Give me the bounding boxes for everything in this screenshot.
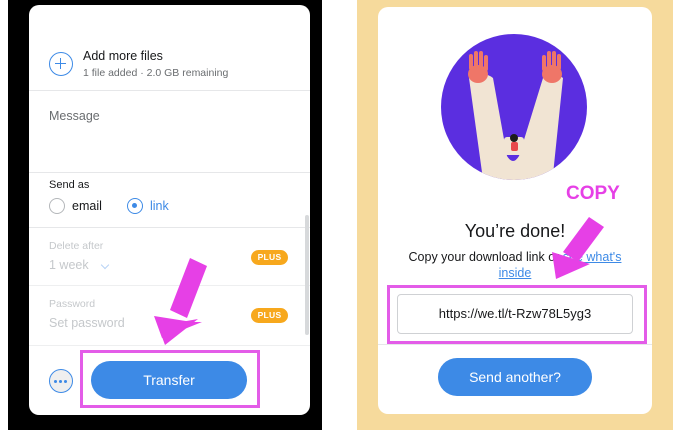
transfer-highlight-box — [80, 350, 260, 408]
see-whats-inside-link-2[interactable]: inside — [499, 266, 532, 280]
divider — [29, 345, 310, 346]
delete-after-select[interactable]: 1 week — [49, 258, 89, 272]
ellipsis-circle-icon[interactable] — [49, 369, 73, 393]
chevron-down-icon[interactable] — [100, 260, 110, 270]
copy-annotation: COPY — [566, 183, 620, 204]
celebration-illustration-icon — [441, 34, 587, 180]
dot — [64, 379, 67, 383]
transfer-complete-card: You’re done! Copy your download link or … — [378, 7, 652, 414]
copy-instructions-text: Copy your download link or — [408, 250, 563, 264]
files-summary: 1 file added · 2.0 GB remaining — [83, 67, 229, 79]
delete-after-label: Delete after — [49, 240, 104, 252]
password-field[interactable]: Set password — [49, 316, 125, 330]
add-more-files-row[interactable]: Add more files 1 file added · 2.0 GB rem… — [29, 5, 310, 91]
copy-instructions: Copy your download link or see what's in… — [378, 249, 652, 281]
divider — [378, 344, 652, 345]
plus-circle-icon[interactable] — [49, 52, 73, 76]
scrollbar[interactable] — [305, 215, 309, 335]
link-radio-label[interactable]: link — [150, 199, 169, 213]
see-whats-inside-link[interactable]: see what's — [563, 250, 622, 264]
done-title: You’re done! — [464, 221, 566, 241]
dot — [59, 379, 62, 383]
link-radio[interactable] — [127, 198, 143, 214]
password-label: Password — [49, 298, 96, 310]
message-field[interactable]: Message — [49, 109, 100, 123]
email-radio[interactable] — [49, 198, 65, 214]
send-as-label: Send as — [49, 179, 90, 191]
plus-badge-delete-after[interactable]: PLUS — [251, 250, 288, 265]
email-radio-label[interactable]: email — [72, 199, 102, 213]
plus-badge-password[interactable]: PLUS — [251, 308, 288, 323]
link-highlight-box — [387, 285, 647, 344]
divider — [29, 285, 310, 286]
send-another-button[interactable]: Send another? — [438, 358, 592, 396]
divider — [29, 172, 310, 173]
dot — [54, 379, 57, 383]
add-more-files-label[interactable]: Add more files — [83, 49, 163, 63]
divider — [29, 227, 310, 228]
